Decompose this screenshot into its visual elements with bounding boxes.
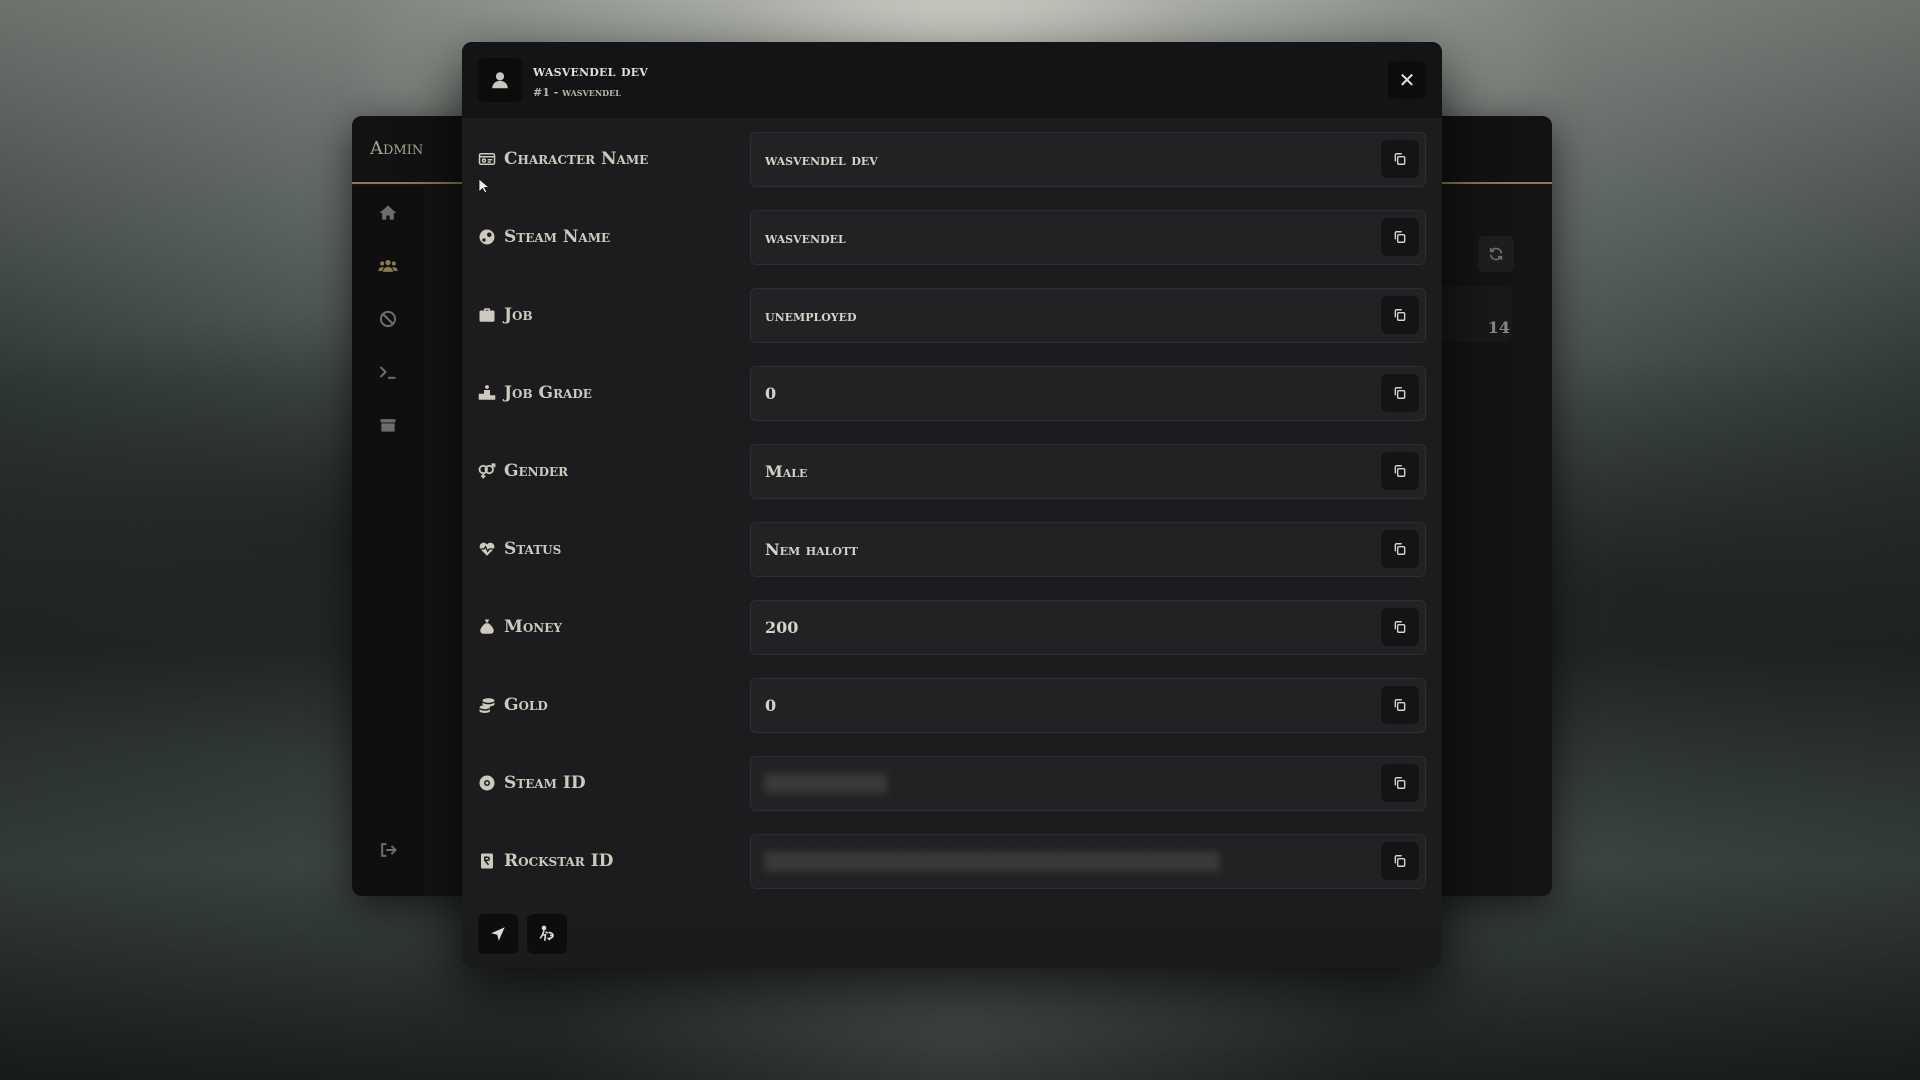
field-label: Steam ID [504,773,586,793]
field-value: wasvendel dev [765,149,878,169]
field-row-job-grade: Job Grade 0 [478,354,1426,432]
field-label: Gender [504,461,569,481]
copy-icon [1394,620,1406,633]
gender-field[interactable]: Male [750,443,1426,499]
field-label: Gold [504,695,548,715]
users-icon[interactable] [352,239,424,292]
player-count: 14 [1487,318,1510,337]
field-value: unemployed [765,305,857,325]
character-name-field[interactable]: wasvendel dev [750,131,1426,187]
copy-icon [1394,776,1406,789]
copy-icon [1394,698,1406,711]
copy-icon [1394,152,1406,165]
copy-button[interactable] [1381,139,1419,178]
field-row-steam-name: Steam Name wasvendel [478,198,1426,276]
money-field[interactable]: 200 [750,599,1426,655]
id-card-icon [478,150,496,168]
heart-pulse-icon [478,540,496,558]
admin-sidebar [352,186,424,896]
copy-icon [1394,386,1406,399]
copy-button[interactable] [1381,217,1419,256]
bring-player-button[interactable] [527,914,567,954]
field-label: Job [504,305,533,325]
field-label: Character Name [504,149,649,169]
teleport-button[interactable] [478,914,518,954]
job-grade-field[interactable]: 0 [750,365,1426,421]
copy-icon [1394,542,1406,555]
field-value: 0 [765,695,777,715]
copy-button[interactable] [1381,373,1419,412]
refresh-icon[interactable] [1478,236,1514,272]
field-row-gender: Gender Male [478,432,1426,510]
copy-icon [1394,854,1406,867]
field-label: Status [504,539,562,559]
copy-button[interactable] [1381,451,1419,490]
rockstar-id-field[interactable]: ░░░░░░░░░░░░░░░░░░░░░░░░░░░░░░░░░░░░░ [750,833,1426,889]
steam-id-icon [478,774,496,792]
copy-icon [1394,230,1406,243]
player-id: #1 - wasvendel [533,85,621,99]
modal-footer [462,904,1442,968]
copy-button[interactable] [1381,607,1419,646]
copy-icon [1394,308,1406,321]
home-icon[interactable] [352,186,424,239]
close-button[interactable]: ✕ [1388,61,1426,99]
field-row-steam-id: Steam ID ░░░░░░░░░░ [478,744,1426,822]
field-row-character-name: Character Name wasvendel dev [478,120,1426,198]
person-walk-icon [539,925,554,941]
player-name: wasvendel dev [533,61,649,80]
terminal-icon[interactable] [352,345,424,398]
player-details-modal: wasvendel dev #1 - wasvendel ✕ Character… [462,42,1442,968]
field-value: wasvendel [765,227,846,247]
briefcase-icon [478,306,496,324]
copy-button[interactable] [1381,685,1419,724]
field-list: Character Name wasvendel dev Steam Name … [462,120,1442,900]
close-icon: ✕ [1398,68,1416,92]
field-row-rockstar-id: Rockstar ID ░░░░░░░░░░░░░░░░░░░░░░░░░░░░… [478,822,1426,900]
field-value: Nem halott [765,539,858,559]
field-value: Male [765,461,808,481]
admin-title: Admin [370,138,424,159]
job-field[interactable]: unemployed [750,287,1426,343]
status-field[interactable]: Nem halott [750,521,1426,577]
rockstar-icon [478,852,496,870]
user-icon [478,58,522,102]
field-label: Money [504,617,562,637]
mouse-cursor-icon [478,178,490,194]
field-row-money: Money 200 [478,588,1426,666]
field-value: 0 [765,383,777,403]
copy-button[interactable] [1381,841,1419,880]
field-value-redacted: ░░░░░░░░░░ [765,773,889,793]
location-arrow-icon [491,927,505,941]
coins-icon [478,696,496,714]
copy-button[interactable] [1381,295,1419,334]
copy-button[interactable] [1381,763,1419,802]
field-row-status: Status Nem halott [478,510,1426,588]
copy-icon [1394,464,1406,477]
field-label: Rockstar ID [504,851,614,871]
money-bag-icon [478,618,496,636]
field-row-gold: Gold 0 [478,666,1426,744]
steam-id-field[interactable]: ░░░░░░░░░░ [750,755,1426,811]
podium-icon [478,384,496,402]
logout-icon[interactable] [352,823,424,876]
field-label: Job Grade [504,383,592,403]
modal-header: wasvendel dev #1 - wasvendel ✕ [462,42,1442,118]
gender-icon [478,462,496,480]
field-row-job: Job unemployed [478,276,1426,354]
steam-name-field[interactable]: wasvendel [750,209,1426,265]
box-icon[interactable] [352,398,424,451]
field-value: 200 [765,617,799,637]
field-value-redacted: ░░░░░░░░░░░░░░░░░░░░░░░░░░░░░░░░░░░░░ [765,851,1221,871]
gold-field[interactable]: 0 [750,677,1426,733]
field-label: Steam Name [504,227,611,247]
ban-icon[interactable] [352,292,424,345]
steam-icon [478,228,496,246]
copy-button[interactable] [1381,529,1419,568]
